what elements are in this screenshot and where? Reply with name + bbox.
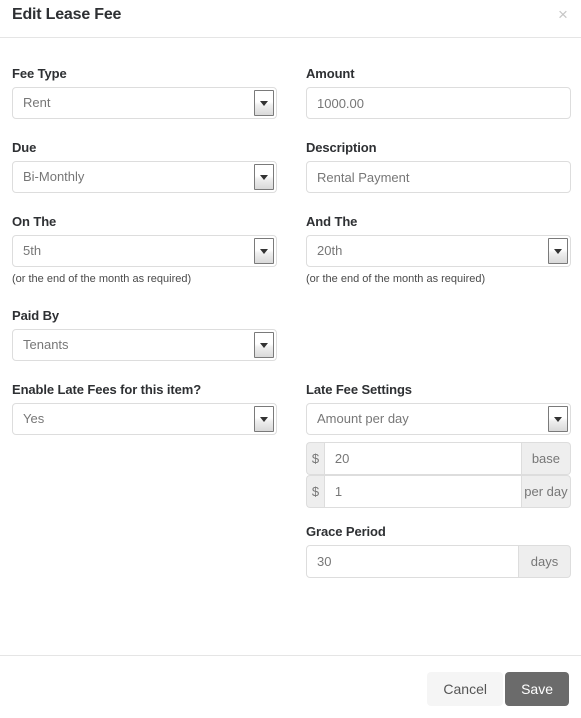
dialog-footer: Cancel Save xyxy=(0,655,581,718)
field-due: Due Bi-Monthly xyxy=(12,140,277,193)
field-description: Description xyxy=(306,140,571,193)
late-fee-settings-select[interactable]: Amount per day xyxy=(306,403,571,435)
field-and-the: And The 20th (or the end of the month as… xyxy=(306,214,571,285)
field-late-fee-settings: Late Fee Settings Amount per day xyxy=(306,382,571,435)
field-grace-period: Grace Period days xyxy=(306,524,571,578)
currency-prefix-icon: $ xyxy=(306,442,324,475)
on-the-label: On The xyxy=(12,214,57,229)
grace-period-suffix: days xyxy=(519,545,571,578)
on-the-select[interactable]: 5th xyxy=(12,235,277,267)
dialog-body: Fee Type Rent Due Bi-Monthly On The 5th xyxy=(0,38,581,654)
chevron-down-icon[interactable] xyxy=(254,90,274,116)
chevron-down-icon[interactable] xyxy=(548,406,568,432)
fee-type-value: Rent xyxy=(23,95,51,110)
close-icon[interactable]: × xyxy=(553,5,573,25)
late-fee-per-day-group: $ per day xyxy=(306,475,571,508)
on-the-value: 5th xyxy=(23,243,42,258)
enable-late-fees-select[interactable]: Yes xyxy=(12,403,277,435)
late-fee-per-day-suffix: per day xyxy=(521,475,571,508)
and-the-select[interactable]: 20th xyxy=(306,235,571,267)
field-enable-late-fees: Enable Late Fees for this item? Yes xyxy=(12,382,277,435)
and-the-value: 20th xyxy=(317,243,343,258)
late-fee-base-suffix: base xyxy=(521,442,571,475)
paid-by-value: Tenants xyxy=(23,337,69,352)
paid-by-select[interactable]: Tenants xyxy=(12,329,277,361)
currency-prefix-icon: $ xyxy=(306,475,324,508)
grace-period-label: Grace Period xyxy=(306,524,386,539)
chevron-down-icon[interactable] xyxy=(254,406,274,432)
grace-period-input[interactable] xyxy=(306,545,519,578)
description-label: Description xyxy=(306,140,377,155)
page-title: Edit Lease Fee xyxy=(12,6,122,23)
description-input[interactable] xyxy=(306,161,571,193)
fee-type-select[interactable]: Rent xyxy=(12,87,277,119)
field-fee-type: Fee Type Rent xyxy=(12,66,277,119)
amount-label: Amount xyxy=(306,66,355,81)
amount-input[interactable] xyxy=(306,87,571,119)
edit-lease-fee-dialog: Edit Lease Fee × Fee Type Rent Due Bi-Mo… xyxy=(0,0,581,718)
field-paid-by: Paid By Tenants xyxy=(12,308,277,361)
due-label: Due xyxy=(12,140,37,155)
paid-by-label: Paid By xyxy=(12,308,59,323)
chevron-down-icon[interactable] xyxy=(548,238,568,264)
field-amount: Amount xyxy=(306,66,571,119)
fee-type-label: Fee Type xyxy=(12,66,67,81)
cancel-button[interactable]: Cancel xyxy=(427,672,503,706)
and-the-hint: (or the end of the month as required) xyxy=(306,273,486,285)
late-fee-base-input[interactable] xyxy=(323,442,522,475)
late-fee-per-day-input[interactable] xyxy=(323,475,522,508)
due-select[interactable]: Bi-Monthly xyxy=(12,161,277,193)
late-fee-settings-value: Amount per day xyxy=(317,411,409,426)
save-button[interactable]: Save xyxy=(505,672,569,706)
field-on-the: On The 5th (or the end of the month as r… xyxy=(12,214,277,285)
chevron-down-icon[interactable] xyxy=(254,164,274,190)
chevron-down-icon[interactable] xyxy=(254,332,274,358)
on-the-hint: (or the end of the month as required) xyxy=(12,273,192,285)
grace-period-group: days xyxy=(306,545,571,578)
dialog-header: Edit Lease Fee × xyxy=(0,0,581,38)
enable-late-fees-value: Yes xyxy=(23,411,45,426)
due-value: Bi-Monthly xyxy=(23,169,85,184)
late-fee-base-group: $ base xyxy=(306,442,571,475)
enable-late-fees-label: Enable Late Fees for this item? xyxy=(12,382,202,397)
chevron-down-icon[interactable] xyxy=(254,238,274,264)
and-the-label: And The xyxy=(306,214,358,229)
late-fee-settings-label: Late Fee Settings xyxy=(306,382,412,397)
